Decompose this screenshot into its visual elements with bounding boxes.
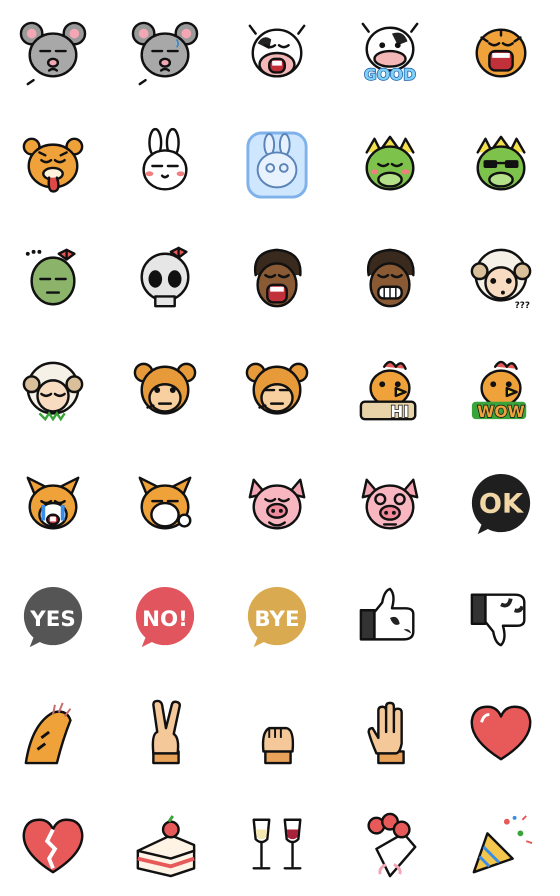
sticker-text: YES xyxy=(29,607,75,632)
strawberry-cake-icon-art xyxy=(136,815,196,878)
grey-mouse-sweat-icon-art xyxy=(131,21,199,86)
pig-drooling-icon[interactable] xyxy=(242,470,312,540)
sheep-eating-grass-icon-art xyxy=(22,361,84,422)
zombie-girl-icon[interactable] xyxy=(18,244,88,314)
cow-shouting-icon[interactable] xyxy=(242,18,312,88)
cow-good-icon[interactable]: GOOD xyxy=(355,18,425,88)
skull-bow-icon[interactable] xyxy=(130,244,200,314)
party-popper-icon[interactable] xyxy=(466,810,536,880)
sheep-eating-grass-icon[interactable] xyxy=(18,357,88,427)
rooster-hi-icon[interactable]: HI xyxy=(355,357,425,427)
ok-bubble-icon-art: OK xyxy=(471,473,531,535)
skull-bow-icon-art xyxy=(140,246,190,308)
cow-thumbs-down-icon-art xyxy=(470,593,526,647)
wine-toast-icon-art xyxy=(252,818,302,870)
cow-thumbs-up-icon-art xyxy=(359,587,415,641)
yes-bubble-icon-art: YES xyxy=(23,586,83,648)
monkey-smiling-icon-art xyxy=(133,362,197,415)
emoji-sticker-sheet: GOOD ??? HI WOW OK YES NO! BYE xyxy=(0,0,560,896)
horse-grinning-icon-art xyxy=(366,248,415,308)
peace-hand-icon[interactable] xyxy=(130,697,200,767)
dragon-blush-icon-art xyxy=(365,135,415,191)
sheep-confused-icon-art: ??? xyxy=(470,248,532,311)
dog-sleepy-icon[interactable] xyxy=(130,470,200,540)
no-bubble-icon[interactable]: NO! xyxy=(130,583,200,653)
tiger-tongue-out-icon[interactable] xyxy=(18,131,88,201)
bye-bubble-icon-art: BYE xyxy=(247,586,307,648)
rooster-wow-icon[interactable]: WOW xyxy=(466,357,536,427)
dragon-sunglasses-icon[interactable] xyxy=(466,131,536,201)
cow-thumbs-up-icon[interactable] xyxy=(355,583,425,653)
sticker-text: GOOD xyxy=(364,66,416,84)
horse-shouting-icon[interactable] xyxy=(242,244,312,314)
cow-shouting-icon-art xyxy=(248,24,306,78)
rabbit-blue-glow-icon[interactable] xyxy=(242,131,312,201)
wine-toast-icon[interactable] xyxy=(242,810,312,880)
tiger-paw-scratch-icon[interactable] xyxy=(18,697,88,767)
sticker-text: BYE xyxy=(254,607,299,632)
broken-heart-icon-art xyxy=(22,818,84,874)
fist-hand-icon-art xyxy=(261,726,295,765)
tiger-tongue-out-icon-art xyxy=(22,137,84,193)
horse-shouting-icon-art xyxy=(253,248,302,308)
tiger-roaring-icon-art xyxy=(475,28,527,78)
sticker-text: NO! xyxy=(142,607,188,632)
pig-dizzy-icon[interactable] xyxy=(355,470,425,540)
rose-bouquet-icon-art xyxy=(367,812,417,878)
yes-bubble-icon[interactable]: YES xyxy=(18,583,88,653)
strawberry-cake-icon[interactable] xyxy=(130,810,200,880)
red-heart-icon[interactable] xyxy=(466,697,536,767)
dragon-sunglasses-icon-art xyxy=(476,135,526,191)
dragon-blush-icon[interactable] xyxy=(355,131,425,201)
tiger-roaring-icon[interactable] xyxy=(466,18,536,88)
rabbit-blush-icon[interactable] xyxy=(130,127,200,201)
no-bubble-icon-art: NO! xyxy=(135,586,195,648)
pig-drooling-icon-art xyxy=(248,478,306,530)
monkey-smiling-icon[interactable] xyxy=(130,357,200,427)
zombie-girl-icon-art xyxy=(25,248,76,306)
grey-mouse-sweat-icon[interactable] xyxy=(130,18,200,88)
rooster-hi-icon-art: HI xyxy=(359,360,417,422)
rose-bouquet-icon[interactable] xyxy=(355,810,425,880)
peace-hand-icon-art xyxy=(151,699,181,765)
bye-bubble-icon[interactable]: BYE xyxy=(242,583,312,653)
sticker-text: HI xyxy=(390,403,409,421)
dog-crying-icon[interactable] xyxy=(18,470,88,540)
monkey-bored-icon[interactable] xyxy=(242,357,312,427)
broken-heart-icon[interactable] xyxy=(18,810,88,880)
dog-sleepy-icon-art xyxy=(138,476,192,530)
tiger-paw-scratch-icon-art xyxy=(24,702,72,765)
rooster-wow-icon-art: WOW xyxy=(471,360,527,422)
sticker-text: ??? xyxy=(515,301,530,311)
pig-dizzy-icon-art xyxy=(361,478,419,530)
sticker-text: WOW xyxy=(477,403,524,421)
open-hand-icon[interactable] xyxy=(355,697,425,767)
monkey-bored-icon-art xyxy=(245,362,309,415)
open-hand-icon-art xyxy=(367,701,405,765)
ok-bubble-icon[interactable]: OK xyxy=(466,470,536,540)
grey-mouse-sad-icon[interactable] xyxy=(18,18,88,88)
rabbit-blush-icon-art xyxy=(142,127,188,191)
cow-good-icon-art: GOOD xyxy=(361,22,419,85)
grey-mouse-sad-icon-art xyxy=(19,21,87,86)
party-popper-icon-art xyxy=(472,815,533,874)
rabbit-blue-glow-icon-art xyxy=(246,131,308,199)
red-heart-icon-art xyxy=(470,705,532,761)
horse-grinning-icon[interactable] xyxy=(355,244,425,314)
fist-hand-icon[interactable] xyxy=(242,697,312,767)
sticker-text: OK xyxy=(479,489,524,520)
dog-crying-icon-art xyxy=(26,476,80,530)
cow-thumbs-down-icon[interactable] xyxy=(466,583,536,653)
sheep-confused-icon[interactable]: ??? xyxy=(466,244,536,314)
